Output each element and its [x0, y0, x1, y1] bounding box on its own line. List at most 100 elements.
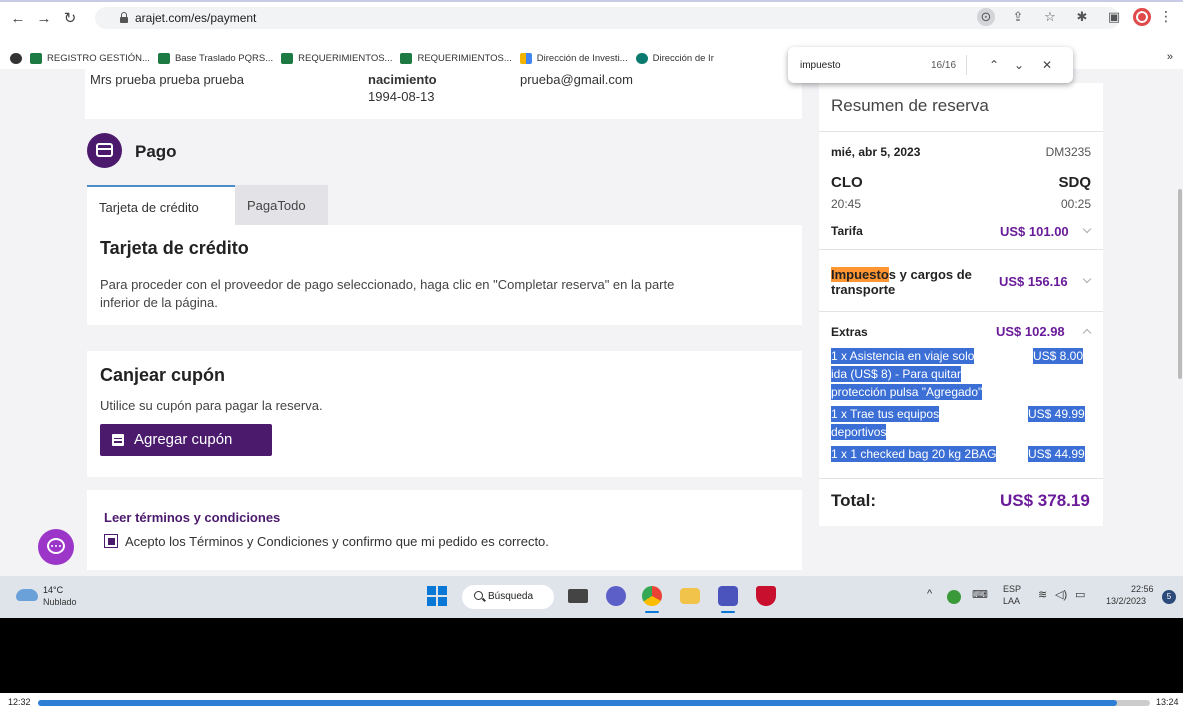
bookmark-item[interactable]: REGISTRO GESTIÓN...: [30, 52, 150, 64]
file-explorer-icon[interactable]: [680, 588, 700, 604]
add-coupon-button[interactable]: Agregar cupón: [100, 424, 272, 456]
find-input[interactable]: impuesto: [800, 60, 841, 71]
clock-date[interactable]: 13/2/2023: [1106, 596, 1146, 606]
back-icon[interactable]: ←: [8, 9, 28, 29]
find-previous-icon[interactable]: ⌃: [985, 56, 1003, 74]
tax-price[interactable]: US$ 156.16: [999, 274, 1068, 289]
menu-kebab-icon[interactable]: ⋮: [1159, 8, 1173, 25]
add-coupon-label: Agregar cupón: [134, 431, 233, 448]
video-seek-track[interactable]: [38, 700, 1150, 706]
find-next-icon[interactable]: ⌄: [1010, 56, 1028, 74]
chevron-up-icon[interactable]: [1082, 328, 1092, 338]
terms-link[interactable]: Leer términos y condiciones: [104, 510, 280, 525]
tray-app-icon[interactable]: [947, 590, 961, 604]
cloud-icon[interactable]: [16, 589, 38, 601]
arrival-time: 00:25: [1060, 197, 1091, 211]
find-count: 16/16: [931, 60, 957, 71]
share-icon[interactable]: ⇪: [1009, 8, 1027, 26]
chevron-down-icon[interactable]: [1082, 224, 1092, 234]
browser-toolbar: ← → ↻ arajet.com/es/payment ⊙ ⇪ ☆ ✱ ▣ ⋮: [0, 0, 1183, 48]
task-view-icon[interactable]: [568, 589, 588, 603]
lock-icon[interactable]: [120, 12, 128, 23]
url-text[interactable]: arajet.com/es/payment: [135, 11, 256, 25]
bookmark-star-icon[interactable]: ☆: [1041, 8, 1059, 26]
page-content: Mrs prueba prueba prueba nacimiento 1994…: [0, 69, 1183, 576]
bookmark-item[interactable]: Dirección de Ir: [635, 52, 714, 64]
chat-icon[interactable]: [606, 586, 626, 606]
excel-icon: [400, 52, 413, 64]
chevron-down-icon[interactable]: [1082, 274, 1092, 284]
profile-avatar[interactable]: [1133, 8, 1151, 26]
total-label: Total:: [831, 491, 877, 510]
origin-code: CLO: [831, 174, 863, 191]
tax-label-line2: transporte: [831, 282, 896, 297]
mcafee-icon[interactable]: [756, 586, 776, 606]
notification-badge[interactable]: 5: [1162, 590, 1176, 604]
credit-card-panel: Tarjeta de crédito Para proceder con el …: [87, 225, 802, 325]
windows-start-icon[interactable]: [427, 586, 447, 606]
list-icon: [112, 434, 124, 446]
extra-item-line: 1 x 1 checked bag 20 kg 2BAG: [831, 446, 997, 462]
teams-icon[interactable]: [718, 586, 738, 606]
extra-item-line: 1 x Trae tus equipos: [831, 406, 940, 422]
page-scrollbar[interactable]: [1177, 69, 1183, 576]
language-layout[interactable]: LAA: [1003, 596, 1020, 606]
excel-icon: [281, 52, 294, 64]
departure-time: 20:45: [831, 197, 862, 211]
extras-price[interactable]: US$ 102.98: [996, 324, 1065, 339]
summary-title: Resumen de reserva: [831, 96, 989, 115]
battery-icon[interactable]: ▭: [1075, 588, 1085, 601]
language-code[interactable]: ESP: [1003, 584, 1021, 594]
sharepoint-icon: [635, 52, 648, 64]
chat-button[interactable]: [38, 529, 74, 565]
booking-summary: Resumen de reserva mié, abr 5, 2023 DM32…: [819, 83, 1103, 526]
scroll-thumb[interactable]: [1178, 189, 1182, 379]
extensions-icon[interactable]: ✱: [1073, 8, 1091, 26]
tray-chevron-icon[interactable]: ^: [927, 588, 932, 600]
volume-icon[interactable]: ◁): [1055, 588, 1067, 601]
microsoft-icon: [519, 52, 532, 64]
bookmark-item[interactable]: REQUERIMIENTOS...: [281, 52, 392, 64]
clock-time[interactable]: 22:56: [1131, 584, 1154, 594]
credit-card-text-line1: Para proceder con el proveedor de pago s…: [100, 277, 675, 292]
find-active-icon[interactable]: ⊙: [977, 8, 995, 26]
tab-credit-card[interactable]: Tarjeta de crédito: [87, 185, 235, 225]
video-current-time: 12:32: [8, 697, 31, 707]
tab-pagatodo[interactable]: PagaTodo: [235, 185, 328, 225]
bookmark-item[interactable]: Base Traslado PQRS...: [157, 52, 273, 64]
wifi-icon[interactable]: ≋: [1038, 588, 1047, 601]
bookmark-item[interactable]: Dirección de Investi...: [519, 52, 628, 64]
coupon-text: Utilice su cupón para pagar la reserva.: [100, 398, 323, 413]
tax-label: Impuestos y cargos de: [831, 267, 972, 282]
sidepanel-icon[interactable]: ▣: [1105, 8, 1123, 26]
video-total-time: 13:24: [1156, 697, 1179, 707]
forward-icon[interactable]: →: [34, 9, 54, 29]
find-highlight: Impuesto: [831, 267, 889, 282]
extra-item-price: US$ 8.00: [1033, 348, 1084, 364]
keyboard-icon[interactable]: ⌨: [972, 588, 988, 601]
chrome-icon[interactable]: [642, 586, 662, 606]
bookmarks-more-button[interactable]: »: [1167, 51, 1173, 63]
passenger-name: Mrs prueba prueba prueba: [90, 72, 244, 87]
extra-item-price: US$ 44.99: [1028, 446, 1085, 462]
terms-checkbox[interactable]: [104, 534, 118, 548]
search-icon: [474, 591, 483, 600]
total-price: US$ 378.19: [1000, 491, 1090, 510]
video-progress-bar: 12:32 13:24: [0, 693, 1183, 713]
reload-icon[interactable]: ↻: [60, 9, 80, 29]
dob-label: nacimiento: [368, 72, 437, 87]
find-close-icon[interactable]: ✕: [1038, 56, 1056, 74]
dob-value: 1994-08-13: [368, 89, 435, 104]
credit-card-text-line2: inferior de la página.: [100, 295, 218, 310]
payment-title: Pago: [135, 142, 177, 161]
terms-text: Acepto los Términos y Condiciones y conf…: [125, 534, 549, 549]
extra-item-line: deportivos: [831, 424, 887, 440]
video-letterbox: [0, 618, 1183, 693]
bookmark-item[interactable]: REQUERIMIENTOS...: [400, 52, 512, 64]
fare-price[interactable]: US$ 101.00: [1000, 224, 1069, 239]
weather-desc[interactable]: Nublado: [43, 597, 77, 607]
passenger-card: Mrs prueba prueba prueba nacimiento 1994…: [85, 69, 802, 119]
weather-temp[interactable]: 14°C: [43, 585, 63, 595]
extra-item-line: protección pulsa "Agregado": [831, 384, 983, 400]
taskbar-search[interactable]: Búsqueda: [462, 585, 554, 609]
